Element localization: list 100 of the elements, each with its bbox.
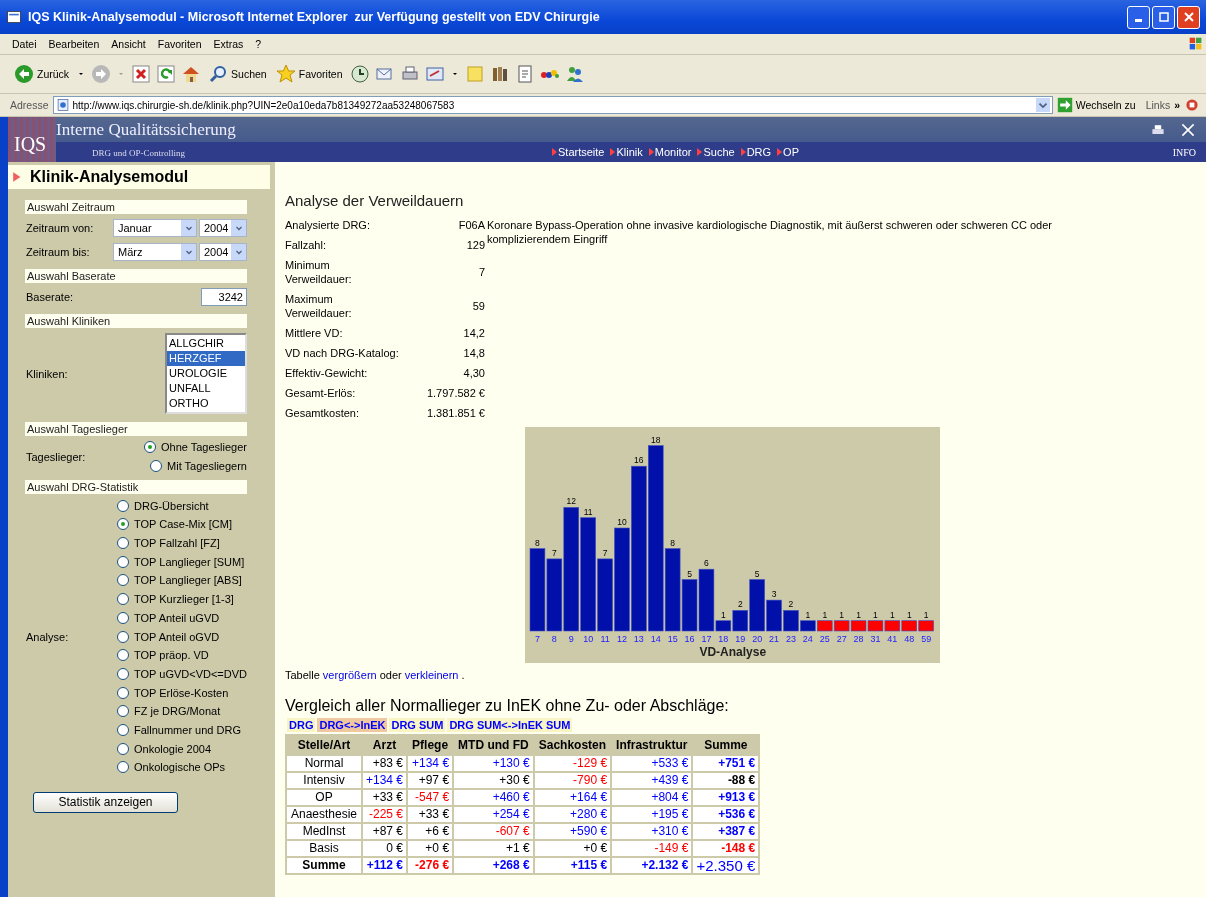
nav-link[interactable]: Startseite <box>552 146 605 158</box>
menu-item[interactable]: Favoriten <box>157 38 202 50</box>
listbox-option[interactable]: ORTHO <box>167 396 245 411</box>
search-button[interactable]: Suchen <box>206 62 269 86</box>
nav-link[interactable]: OP <box>777 146 799 158</box>
table-cell: +112 € <box>363 858 407 873</box>
radio-label: Mit Tagesliegern <box>167 460 247 473</box>
triangle-icon <box>777 148 783 156</box>
table-tab[interactable]: DRG <box>287 718 316 732</box>
clinic-listbox[interactable]: ALLGCHIR HERZGEF UROLOGIE UNFALL ORTHO <box>165 333 247 414</box>
enlarge-link[interactable]: vergrößern <box>322 669 377 681</box>
table-tab[interactable]: DRG SUM<->InEK SUM <box>447 718 573 732</box>
menu-item[interactable]: Datei <box>12 38 37 50</box>
address-field[interactable]: http://www.iqs.chirurgie-sh.de/klinik.php?UIN=2e0a10eda7b81349272aa53248067583 <box>52 96 1053 114</box>
fact-value: 4,30 <box>462 367 485 379</box>
radio-button[interactable] <box>117 761 129 774</box>
people-icon[interactable] <box>564 64 585 84</box>
nav-link[interactable]: DRG <box>740 146 772 158</box>
table-cell: +0 € <box>408 841 453 856</box>
section-heading: Auswahl Baserate <box>25 269 247 283</box>
edit-icon[interactable] <box>424 64 445 84</box>
table-cell: +310 € <box>612 824 692 839</box>
shrink-link[interactable]: verkleinern <box>404 669 459 681</box>
fact-label: Analysierte DRG: <box>285 218 371 233</box>
table-tab[interactable]: DRG<->InEK <box>317 718 388 732</box>
radio-button[interactable] <box>117 555 129 568</box>
fact-label: Fallzahl: <box>285 238 327 253</box>
stop-icon[interactable] <box>131 64 152 84</box>
close-icon <box>1183 12 1194 22</box>
favorites-button[interactable]: Favoriten <box>273 62 345 86</box>
month-dropdown[interactable]: Januar <box>113 219 197 237</box>
table-cell: -547 € <box>408 790 453 805</box>
search-icon[interactable] <box>208 64 229 84</box>
data-label: 1 <box>906 609 912 620</box>
month-dropdown[interactable]: März <box>113 243 197 261</box>
radio-button[interactable] <box>117 742 129 755</box>
close-button[interactable] <box>1177 5 1200 29</box>
go-button[interactable]: Wechseln zu <box>1056 97 1142 113</box>
table-cell: +536 € <box>693 807 759 822</box>
more-button[interactable]: » <box>1174 99 1180 111</box>
radio-button[interactable] <box>117 593 129 606</box>
row-label: Anaesthesie <box>287 807 361 822</box>
data-label: 6 <box>704 558 709 569</box>
menu-item[interactable]: Ansicht <box>111 38 146 50</box>
radio-button[interactable] <box>117 705 129 718</box>
history-icon[interactable] <box>349 64 370 84</box>
baserate-input[interactable]: 3242 <box>201 288 247 306</box>
radio-button[interactable] <box>150 460 163 473</box>
fact-value: 1.381.851 € <box>426 407 485 419</box>
table-cell: +97 € <box>408 773 453 788</box>
radio-label: TOP präop. VD <box>134 649 209 662</box>
back-button[interactable]: Zurück <box>12 62 72 86</box>
fact-value: 7 <box>477 266 485 278</box>
listbox-option[interactable]: UROLOGIE <box>167 366 245 381</box>
fact-value: 129 <box>465 239 485 251</box>
year-dropdown[interactable]: 2004 <box>199 219 247 237</box>
menu-item[interactable]: Bearbeiten <box>48 38 100 50</box>
table-cell: +30 € <box>454 773 533 788</box>
submit-button[interactable]: Statistik anzeigen <box>33 791 178 813</box>
radio-button[interactable] <box>143 441 156 454</box>
radio-button[interactable] <box>117 649 129 662</box>
star-icon[interactable] <box>275 64 296 84</box>
radio-button[interactable] <box>117 667 129 680</box>
listbox-option[interactable]: HERZGEF <box>167 351 245 366</box>
year-dropdown[interactable]: 2004 <box>199 243 247 261</box>
section-heading: Auswahl Tageslieger <box>25 422 247 436</box>
refresh-icon[interactable] <box>156 64 177 84</box>
menu-item[interactable]: ? <box>255 38 262 50</box>
radio-button[interactable] <box>117 723 129 736</box>
maximize-button[interactable] <box>1152 5 1175 29</box>
go-arrow-icon[interactable] <box>1056 97 1073 113</box>
table-tab[interactable]: DRG SUM <box>389 718 446 732</box>
radio-button[interactable] <box>117 686 129 699</box>
radio-button[interactable] <box>117 518 129 531</box>
table-cell: +751 € <box>693 756 759 771</box>
window-icon[interactable] <box>6 9 22 25</box>
radio-button[interactable] <box>117 630 129 643</box>
radio-button[interactable] <box>117 611 129 624</box>
listbox-option[interactable]: UNFALL <box>167 381 245 396</box>
listbox-option[interactable]: ALLGCHIR <box>167 336 245 351</box>
nav-link[interactable]: Klinik <box>610 146 643 158</box>
x-tick-label: 12 <box>616 634 627 644</box>
plugin-icon[interactable] <box>1184 97 1200 113</box>
close-icon[interactable] <box>1180 121 1196 138</box>
links-button[interactable]: Links <box>1145 99 1171 111</box>
bar <box>833 620 850 632</box>
radio-button[interactable] <box>117 537 129 550</box>
triangle-icon <box>740 148 746 156</box>
nav-link[interactable]: Monitor <box>648 146 692 158</box>
info-link[interactable]: INFO <box>1172 146 1206 158</box>
data-label: 12 <box>566 496 576 507</box>
radio-button[interactable] <box>117 499 129 512</box>
minimize-button[interactable] <box>1127 5 1150 29</box>
nav-link[interactable]: Suche <box>697 146 735 158</box>
menu-item[interactable]: Extras <box>213 38 244 50</box>
table-cell: -149 € <box>612 841 692 856</box>
radio-button[interactable] <box>117 574 129 587</box>
page-icon[interactable] <box>55 98 70 112</box>
table-cell: +33 € <box>363 790 407 805</box>
data-label: 3 <box>771 589 777 600</box>
